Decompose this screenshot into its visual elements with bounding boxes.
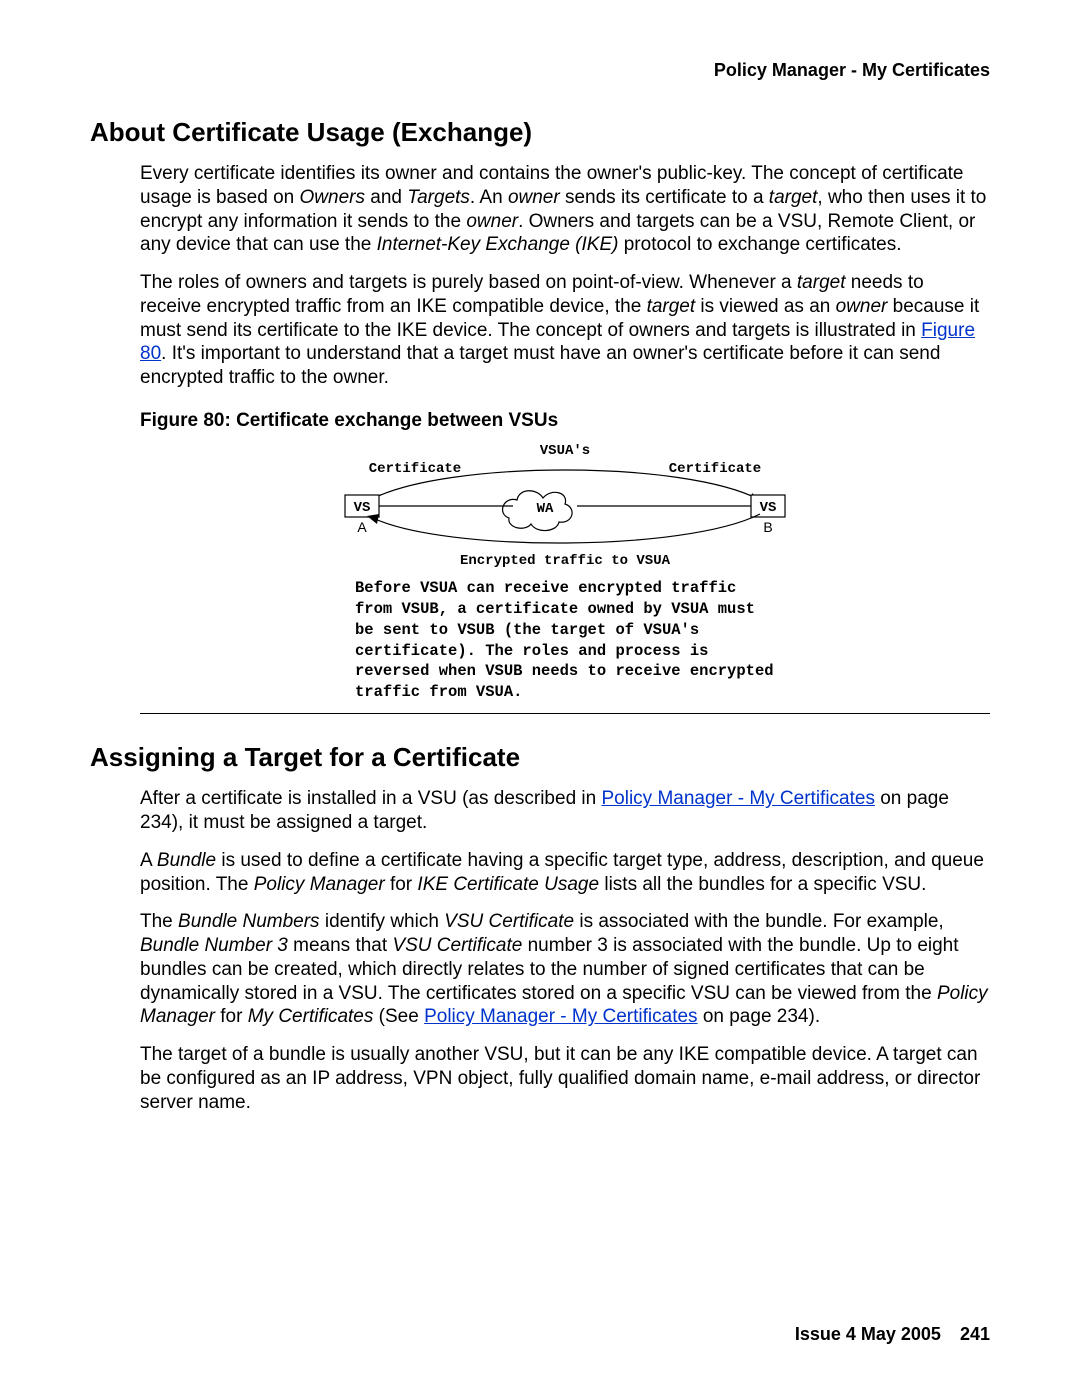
italic-text: Bundle [157, 850, 216, 871]
text: and [365, 187, 407, 208]
text: The roles of owners and targets is purel… [140, 272, 797, 293]
text: After a certificate is installed in a VS… [140, 788, 601, 809]
italic-text: Policy Manager [254, 874, 385, 895]
italic-text: owner [508, 187, 560, 208]
paragraph: A Bundle is used to define a certificate… [140, 849, 990, 897]
figure-rule [140, 713, 990, 714]
text: is associated with the bundle. For examp… [574, 911, 944, 932]
certificate-exchange-diagram-icon: VSUA's Certificate Certificate VS A WA V… [305, 440, 825, 570]
text: means that [288, 935, 393, 956]
node-wa-text: WA [537, 501, 554, 517]
section-body-target: After a certificate is installed in a VS… [140, 787, 990, 1114]
label-certificate-right: Certificate [669, 461, 761, 477]
section-body-exchange: Every certificate identifies its owner a… [140, 162, 990, 714]
italic-text: owner [836, 296, 888, 317]
node-vsua-sub: A [357, 519, 367, 535]
paragraph: The target of a bundle is usually anothe… [140, 1043, 990, 1114]
node-vsua-text: VS [354, 500, 371, 516]
italic-text: Bundle Number 3 [140, 935, 288, 956]
document-page: Policy Manager - My Certificates About C… [0, 0, 1080, 1397]
label-encrypted: Encrypted traffic to VSUA [460, 553, 671, 569]
italic-text: target [769, 187, 818, 208]
italic-text: owner [466, 211, 518, 232]
section-heading-target: Assigning a Target for a Certificate [90, 742, 990, 773]
figure-title: Figure 80: Certificate exchange between … [140, 410, 990, 432]
paragraph: The Bundle Numbers identify which VSU Ce… [140, 910, 990, 1029]
text: sends its certificate to a [560, 187, 769, 208]
node-vsub-text: VS [760, 500, 777, 516]
text: A [140, 850, 157, 871]
footer-page-number: 241 [960, 1324, 990, 1344]
italic-text: Targets [407, 187, 470, 208]
node-vsub-sub: B [763, 519, 772, 535]
text: on page 234). [698, 1006, 821, 1027]
section-heading-exchange: About Certificate Usage (Exchange) [90, 117, 990, 148]
footer-issue: Issue 4 May 2005 [795, 1324, 941, 1344]
italic-text: My Certificates [248, 1006, 374, 1027]
cross-ref-link[interactable]: Policy Manager - My Certificates [601, 788, 874, 809]
text: (See [373, 1006, 424, 1027]
figure-caption: Before VSUA can receive encrypted traffi… [355, 578, 775, 704]
paragraph: Every certificate identifies its owner a… [140, 162, 990, 257]
label-vsua: VSUA's [540, 443, 590, 459]
paragraph: The roles of owners and targets is purel… [140, 271, 990, 390]
italic-text: Owners [300, 187, 365, 208]
figure-80: VSUA's Certificate Certificate VS A WA V… [140, 440, 990, 704]
italic-text: target [647, 296, 696, 317]
text: for [385, 874, 418, 895]
italic-text: VSU Certificate [444, 911, 574, 932]
italic-text: target [797, 272, 846, 293]
text: is viewed as an [695, 296, 835, 317]
italic-text: IKE Certificate Usage [417, 874, 599, 895]
running-header: Policy Manager - My Certificates [90, 60, 990, 81]
text: identify which [320, 911, 445, 932]
text: . An [470, 187, 508, 208]
italic-text: VSU Certificate [392, 935, 522, 956]
text: for [215, 1006, 248, 1027]
cross-ref-link[interactable]: Policy Manager - My Certificates [424, 1006, 697, 1027]
page-footer: Issue 4 May 2005 241 [795, 1324, 990, 1345]
text: lists all the bundles for a specific VSU… [599, 874, 926, 895]
text: The [140, 911, 178, 932]
text: . It's important to understand that a ta… [140, 343, 940, 388]
italic-text: Internet-Key Exchange (IKE) [377, 234, 619, 255]
paragraph: After a certificate is installed in a VS… [140, 787, 990, 835]
text: protocol to exchange certificates. [618, 234, 901, 255]
label-certificate-left: Certificate [369, 461, 461, 477]
italic-text: Bundle Numbers [178, 911, 320, 932]
